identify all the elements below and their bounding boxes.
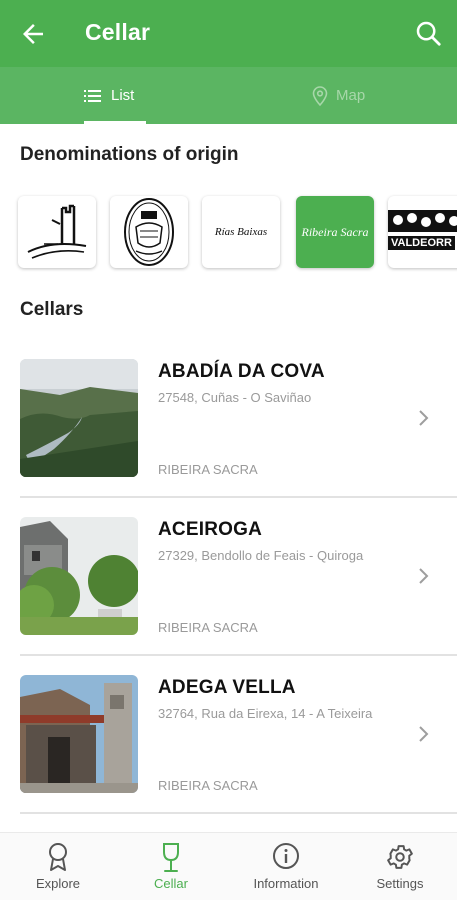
nav-information[interactable]: Information bbox=[236, 833, 336, 900]
cellar-address: 27329, Bendollo de Feais - Quiroga bbox=[158, 548, 364, 563]
info-icon bbox=[273, 843, 299, 869]
search-icon[interactable] bbox=[413, 18, 443, 48]
crest-seal-logo[interactable] bbox=[110, 196, 188, 268]
cellar-name: ACEIROGA bbox=[158, 519, 262, 540]
ribeira-sacra-logo[interactable]: Ribeira Sacra bbox=[296, 196, 374, 268]
page-title: Cellar bbox=[85, 19, 151, 45]
cellar-photo bbox=[20, 359, 138, 477]
crest-seal-image bbox=[124, 198, 174, 266]
list-item[interactable]: ACEIROGA 27329, Bendollo de Feais - Quir… bbox=[0, 498, 457, 656]
chevron-right-icon bbox=[419, 568, 429, 584]
chevron-right-icon bbox=[419, 410, 429, 426]
map-pin-icon bbox=[312, 85, 328, 106]
cellar-address: 27548, Cuñas - O Saviñao bbox=[158, 390, 312, 405]
valdeorras-logo[interactable]: VALDEORR bbox=[388, 196, 457, 268]
list-item[interactable]: ADEGA VELLA 32764, Rua da Eirexa, 14 - A… bbox=[0, 656, 457, 814]
cellar-name: ADEGA VELLA bbox=[158, 677, 296, 698]
cellar-photo bbox=[20, 517, 138, 635]
nav-settings[interactable]: Settings bbox=[350, 833, 450, 900]
nav-information-label: Information bbox=[253, 876, 319, 891]
cellar-denomination: RIBEIRA SACRA bbox=[158, 778, 258, 793]
award-ribbon-icon bbox=[49, 843, 67, 871]
cellar-address: 32764, Rua da Eirexa, 14 - A Teixeira bbox=[158, 706, 373, 721]
nav-cellar[interactable]: Cellar bbox=[121, 833, 221, 900]
tab-indicator bbox=[84, 121, 146, 124]
cellar-photo bbox=[20, 675, 138, 793]
tab-list[interactable]: List bbox=[84, 67, 148, 124]
cellars-title: Cellars bbox=[20, 299, 84, 320]
nav-settings-label: Settings bbox=[376, 876, 424, 891]
tab-map-label: Map bbox=[336, 87, 366, 104]
arrow-left-icon[interactable] bbox=[18, 19, 48, 49]
divider bbox=[20, 812, 457, 814]
cellar-name: ABADÍA DA COVA bbox=[158, 361, 325, 382]
chevron-right-icon bbox=[419, 726, 429, 742]
denominations-title: Denominations of origin bbox=[20, 144, 239, 165]
gear-icon bbox=[387, 845, 413, 869]
tower-drawing-image bbox=[27, 204, 87, 259]
list-icon bbox=[84, 89, 101, 102]
grape-leaves-image bbox=[388, 210, 457, 232]
cellar-denomination: RIBEIRA SACRA bbox=[158, 462, 258, 477]
nav-cellar-label: Cellar bbox=[154, 876, 188, 891]
bottom-navigation: Explore Cellar Information Settings bbox=[0, 832, 457, 900]
nav-explore-label: Explore bbox=[35, 876, 81, 891]
view-tabs: List Map bbox=[0, 67, 457, 124]
rias-baixas-logo[interactable]: Rías Baixas bbox=[202, 196, 280, 268]
wine-glass-icon bbox=[163, 843, 179, 872]
app-bar: Cellar bbox=[0, 0, 457, 67]
list-item[interactable]: ABADÍA DA COVA 27548, Cuñas - O Saviñao … bbox=[0, 340, 457, 498]
tab-map[interactable]: Map bbox=[312, 67, 392, 124]
tower-drawing-logo[interactable] bbox=[18, 196, 96, 268]
cellar-denomination: RIBEIRA SACRA bbox=[158, 620, 258, 635]
nav-explore[interactable]: Explore bbox=[8, 833, 108, 900]
tab-list-label: List bbox=[111, 87, 135, 104]
denominations-carousel[interactable]: Rías Baixas Ribeira Sacra VALDEORR bbox=[0, 194, 457, 272]
